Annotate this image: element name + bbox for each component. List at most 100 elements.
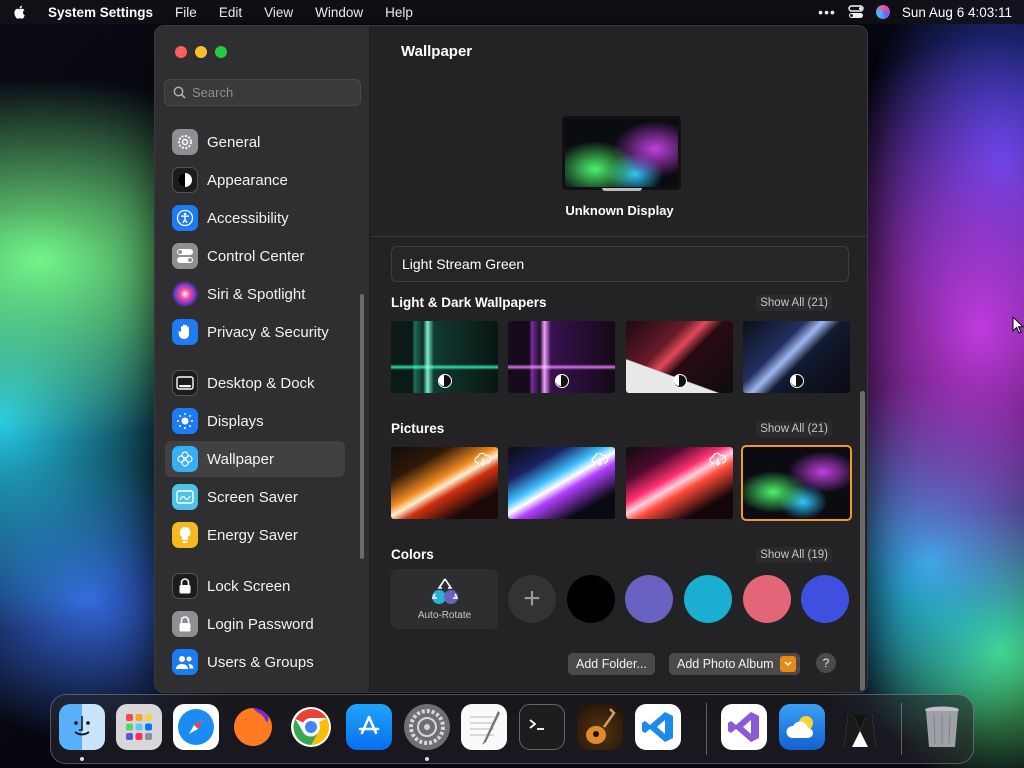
wallpaper-thumb-orange-stream[interactable]: [391, 447, 498, 519]
menu-file[interactable]: File: [175, 5, 197, 20]
wallpaper-thumb-green-light-dark[interactable]: [391, 321, 498, 393]
add-folder-button[interactable]: Add Folder...: [568, 653, 655, 675]
dock-separator: [901, 703, 902, 755]
lock-icon: [172, 611, 198, 637]
finder-icon[interactable]: [59, 704, 105, 750]
cloud-download-icon: [591, 452, 609, 466]
minimize-button[interactable]: [195, 46, 207, 58]
sidebar: Search General Appearance Accessibility …: [155, 26, 370, 692]
launchpad-icon[interactable]: [116, 704, 162, 750]
siri-icon[interactable]: [875, 5, 890, 19]
sidebar-item-wallpaper[interactable]: Wallpaper: [165, 441, 345, 477]
chevron-down-icon[interactable]: [779, 656, 796, 672]
color-swatch-black[interactable]: [567, 575, 615, 623]
add-photo-album-button[interactable]: Add Photo Album: [669, 653, 800, 675]
menu-view[interactable]: View: [264, 5, 293, 20]
visual-studio-icon[interactable]: [721, 704, 767, 750]
wallpaper-thumb-purple-light-dark[interactable]: [508, 321, 615, 393]
toggle-icon: [172, 243, 198, 269]
clock[interactable]: Sun Aug 6 4:03:11: [902, 5, 1012, 20]
display-name: Unknown Display: [565, 203, 674, 218]
color-swatch-purple[interactable]: [625, 575, 673, 623]
dock-separator: [706, 703, 707, 755]
sidebar-item-label: Users & Groups: [207, 653, 314, 671]
show-all-light-dark-button[interactable]: Show All (21): [756, 295, 832, 311]
sidebar-item-general[interactable]: General: [165, 124, 345, 160]
sidebar-item-login-password[interactable]: Login Password: [165, 606, 345, 642]
wallpaper-thumb-green-stream-selected[interactable]: [741, 445, 852, 521]
sidebar-item-label: Wallpaper: [207, 450, 274, 468]
chrome-icon[interactable]: [288, 704, 334, 750]
wallpaper-thumb-blue-light-dark[interactable]: [743, 321, 850, 393]
section-title-pictures: Pictures: [391, 421, 445, 436]
window-controls: [175, 46, 227, 58]
sidebar-item-appearance[interactable]: Appearance: [165, 162, 345, 198]
lock-icon: [172, 573, 198, 599]
firefox-icon[interactable]: [230, 704, 276, 750]
wallpaper-name-field[interactable]: Light Stream Green: [391, 246, 849, 282]
help-button[interactable]: ?: [816, 653, 836, 673]
sidebar-item-control-center[interactable]: Control Center: [165, 238, 345, 274]
safari-icon[interactable]: [173, 704, 219, 750]
sidebar-item-energy-saver[interactable]: Energy Saver: [165, 517, 345, 553]
sidebar-item-siri-spotlight[interactable]: Siri & Spotlight: [165, 276, 345, 312]
menu-bar: System Settings File Edit View Window He…: [0, 0, 1024, 24]
color-swatch-teal[interactable]: [684, 575, 732, 623]
sidebar-item-users-groups[interactable]: Users & Groups: [165, 644, 345, 680]
garageband-icon[interactable]: [577, 704, 623, 750]
main-scrollbar[interactable]: [860, 391, 865, 691]
bartender-icon[interactable]: [837, 704, 883, 750]
trash-icon[interactable]: [919, 704, 965, 750]
app-name-menu[interactable]: System Settings: [48, 5, 153, 20]
more-icon[interactable]: •••: [818, 4, 836, 20]
mouse-cursor-icon: [1012, 316, 1024, 334]
weather-icon[interactable]: [779, 704, 825, 750]
appearance-icon: [172, 167, 198, 193]
sidebar-item-lock-screen[interactable]: Lock Screen: [165, 568, 345, 604]
color-swatch-blue[interactable]: [801, 575, 849, 623]
sidebar-item-privacy-security[interactable]: Privacy & Security: [165, 314, 345, 350]
sidebar-item-displays[interactable]: Displays: [165, 403, 345, 439]
main-pane: Wallpaper Unknown Display Light Stream G…: [371, 26, 867, 692]
light-dark-icon: [437, 374, 452, 388]
sidebar-item-label: Siri & Spotlight: [207, 285, 306, 303]
menu-edit[interactable]: Edit: [219, 5, 242, 20]
close-button[interactable]: [175, 46, 187, 58]
zoom-button[interactable]: [215, 46, 227, 58]
auto-rotate-option[interactable]: Auto-Rotate: [391, 569, 498, 629]
sidebar-scrollbar[interactable]: [360, 294, 364, 559]
search-placeholder: Search: [192, 85, 234, 100]
auto-rotate-icon: [431, 578, 458, 604]
apple-icon[interactable]: [12, 4, 28, 20]
terminal-icon[interactable]: [519, 704, 565, 750]
sidebar-item-label: Screen Saver: [207, 488, 298, 506]
sidebar-item-screen-saver[interactable]: Screen Saver: [165, 479, 345, 515]
search-field[interactable]: Search: [164, 79, 361, 106]
sidebar-item-label: Privacy & Security: [207, 323, 329, 341]
display-stand: [602, 188, 642, 191]
sidebar-item-label: Control Center: [207, 247, 305, 265]
textedit-icon[interactable]: [461, 704, 507, 750]
app-store-icon[interactable]: [346, 704, 392, 750]
sidebar-item-label: General: [207, 133, 261, 151]
system-settings-icon[interactable]: [404, 704, 450, 750]
sidebar-item-label: Energy Saver: [207, 526, 298, 544]
wallpaper-thumb-pink-stream[interactable]: [626, 447, 733, 519]
sidebar-item-label: Displays: [207, 412, 264, 430]
menu-window[interactable]: Window: [315, 5, 363, 20]
sidebar-item-label: Login Password: [207, 615, 314, 633]
control-center-icon[interactable]: [848, 5, 864, 19]
vscode-icon[interactable]: [635, 704, 681, 750]
color-swatch-pink[interactable]: [743, 575, 791, 623]
show-all-colors-button[interactable]: Show All (19): [756, 547, 832, 563]
display-preview: [562, 116, 681, 190]
wallpaper-thumb-red-light-dark[interactable]: [626, 321, 733, 393]
add-photo-album-label: Add Photo Album: [677, 657, 774, 671]
menu-help[interactable]: Help: [385, 5, 413, 20]
add-color-button[interactable]: +: [508, 575, 556, 623]
sidebar-item-desktop-dock[interactable]: Desktop & Dock: [165, 365, 345, 401]
show-all-pictures-button[interactable]: Show All (21): [756, 421, 832, 437]
sidebar-item-accessibility[interactable]: Accessibility: [165, 200, 345, 236]
wallpaper-thumb-blue-stream[interactable]: [508, 447, 615, 519]
sidebar-item-label: Appearance: [207, 171, 288, 189]
